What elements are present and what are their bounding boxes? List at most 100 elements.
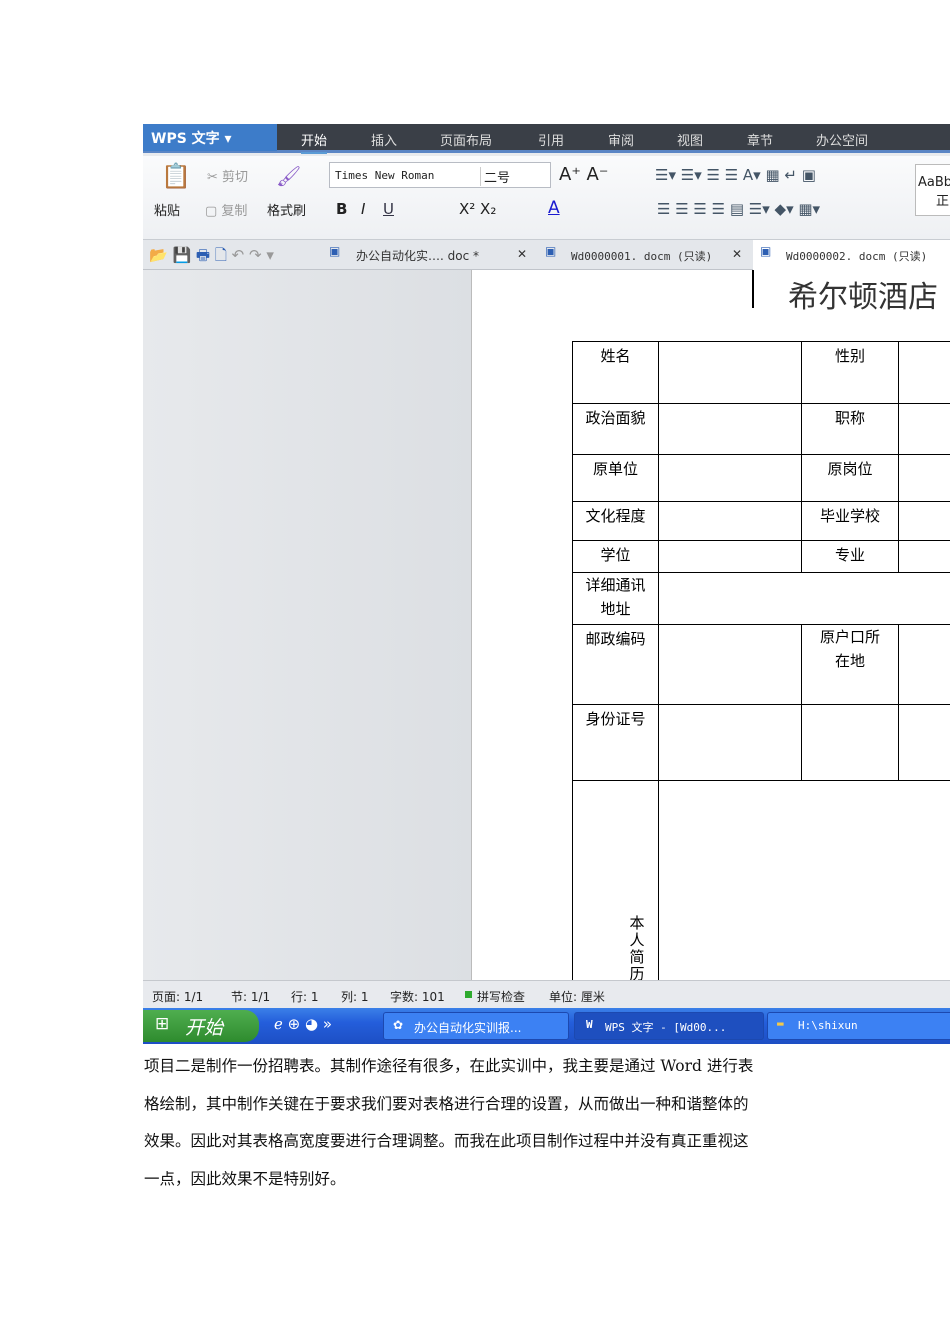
resume-label: 本人简历 [629, 914, 645, 983]
doc-icon: ▣ [760, 244, 772, 258]
doc-tab-2[interactable]: Wd0000001. docm (只读) [571, 248, 712, 264]
format-painter-icon[interactable]: 🖌 [276, 164, 301, 188]
cell-label: 姓名 [572, 341, 659, 404]
copy-label: 复制 [221, 204, 248, 219]
tab-layout[interactable]: 页面布局 [440, 130, 492, 149]
folder-icon: ▬ [777, 1017, 784, 1030]
cell-label: 原单位 [572, 454, 659, 502]
cell-label: 原岗位 [801, 454, 899, 502]
style-name: 正 [936, 194, 950, 209]
align-icons[interactable]: ☰ ☰ ☰ ☰ ▤ ☰▾ ◆▾ ▦▾ [657, 200, 820, 218]
cell-label: 毕业学校 [801, 501, 899, 541]
status-line: 行: 1 [291, 990, 319, 1004]
doc-tab-1[interactable]: 办公自动化实…. doc * [356, 247, 479, 264]
wps-screenshot: WPS 文字 ▾ 开始 插入 页面布局 引用 审阅 视图 章节 办公空间 📋 粘… [143, 124, 950, 1044]
start-button[interactable]: ⊞ 开始 [143, 1010, 259, 1042]
style-preview[interactable]: AaBb 正 [915, 164, 950, 216]
close-icon[interactable]: ✕ [732, 247, 742, 261]
font-color-icon[interactable]: A [548, 198, 560, 218]
cell-label: 本人简历 [572, 780, 659, 990]
title-bar: WPS 文字 ▾ 开始 插入 页面布局 引用 审阅 视图 章节 办公空间 [143, 124, 950, 154]
task-label: H:\shixun [798, 1019, 858, 1032]
paste-button[interactable]: 粘贴 [154, 200, 180, 219]
paragraph-line: 一点，因此效果不是特别好。 [144, 1169, 346, 1188]
cell-label: 专业 [801, 540, 899, 573]
close-icon[interactable]: ✕ [517, 247, 527, 261]
font-size[interactable]: 二号 [480, 167, 510, 186]
tab-office-space[interactable]: 办公空间 [816, 130, 868, 149]
app-logo: WPS 文字 [151, 131, 220, 147]
spell-check-button[interactable]: 拼写检查 [477, 988, 525, 1005]
cell-label: 身份证号 [572, 704, 659, 781]
document-tabs: 📂 💾 🖶 🗋 ↶ ↷ ▾ ▣ 办公自动化实…. doc * ✕ ▣ Wd000… [143, 240, 950, 270]
status-unit[interactable]: 单位: 厘米 [549, 988, 605, 1005]
cell-input[interactable] [658, 341, 802, 404]
cell-input[interactable] [658, 501, 802, 541]
cell-input[interactable] [658, 454, 802, 502]
tab-view[interactable]: 视图 [677, 130, 703, 149]
cell-input[interactable] [898, 704, 950, 781]
wps-menu-button[interactable]: WPS 文字 ▾ [143, 124, 277, 151]
tab-insert[interactable]: 插入 [371, 130, 397, 149]
paragraph-line: 格绘制，其中制作关键在于要求我们要对表格进行合理的设置，从而做出一种和谐整体的 [144, 1094, 749, 1113]
cell-label: 邮政编码 [572, 624, 659, 705]
document-title: 希尔顿酒店 [788, 280, 938, 315]
cell-input[interactable] [898, 540, 950, 573]
cell-input[interactable] [658, 403, 802, 455]
cell-label: 原户口所在地 [801, 624, 899, 705]
bullet-list-icon[interactable]: ☰▾ ☰▾ ☰ ☰ A▾ ▦ ↵ ▣ [655, 166, 816, 184]
cell-input[interactable] [898, 341, 950, 404]
cell-input[interactable] [658, 624, 802, 705]
superscript-icon[interactable]: X² X₂ [459, 200, 496, 218]
body-paragraph: 项目二是制作一份招聘表。其制作途径有很多，在此实训中，我主要是通过 Word 进… [144, 1048, 809, 1198]
ribbon: 📋 粘贴 ✂ 剪切 ▢ 复制 🖌 格式刷 Times New Roman 二号 A… [143, 156, 950, 240]
bold-button[interactable]: B [336, 200, 347, 218]
style-preview-text: AaBb [918, 175, 950, 190]
cell-input[interactable] [898, 403, 950, 455]
doc-icon: ▣ [329, 244, 341, 258]
cell-input[interactable] [898, 454, 950, 502]
cell-input[interactable] [898, 501, 950, 541]
cell-input[interactable] [658, 780, 950, 990]
cell-label: 详细通讯地址 [572, 572, 659, 625]
grow-font-icon[interactable]: A⁺ A⁻ [559, 164, 608, 185]
taskbar-item-3[interactable]: ▬ H:\shixun [767, 1012, 950, 1040]
tab-references[interactable]: 引用 [538, 130, 564, 149]
app-icon: ✿ [393, 1018, 404, 1032]
quick-access-icons[interactable]: 📂 💾 🖶 🗋 ↶ ↷ ▾ [149, 245, 274, 270]
doc-icon: ▣ [545, 244, 557, 258]
quick-launch-icons[interactable]: ℯ ⊕ ◕ » [274, 1015, 332, 1033]
spell-indicator-icon [465, 991, 472, 998]
cut-button[interactable]: ✂ 剪切 [207, 166, 248, 185]
status-section: 节: 1/1 [231, 990, 271, 1004]
status-page: 页面: 1/1 [152, 990, 204, 1004]
windows-logo-icon: ⊞ [155, 1014, 170, 1034]
status-col: 列: 1 [341, 990, 369, 1004]
left-pane [143, 270, 471, 980]
status-bar: 页面: 1/1 节: 1/1 行: 1 列: 1 字数: 101 拼写检查 单位… [143, 980, 950, 1008]
start-label: 开始 [185, 1017, 224, 1039]
cell-input[interactable] [658, 704, 802, 781]
font-selector[interactable]: Times New Roman 二号 [329, 162, 551, 188]
cell-label: 职称 [801, 403, 899, 455]
cell-input[interactable] [658, 540, 802, 573]
tab-chapter[interactable]: 章节 [747, 130, 773, 149]
format-painter-button[interactable]: 格式刷 [267, 200, 306, 219]
doc-tab-3[interactable]: Wd0000002. docm (只读) [786, 248, 927, 264]
cell-input[interactable] [898, 624, 950, 705]
wps-icon: W [586, 1018, 593, 1031]
cell-input[interactable] [658, 572, 950, 625]
paste-icon[interactable]: 📋 [161, 162, 191, 190]
paragraph-line: 效果。因此对其表格高宽度要进行合理调整。而我在此项目制作过程中并没有真正重视这 [144, 1132, 749, 1150]
tab-review[interactable]: 审阅 [608, 130, 634, 149]
tab-home[interactable]: 开始 [301, 130, 328, 154]
italic-button[interactable]: I [361, 200, 365, 218]
taskbar-item-2[interactable]: W WPS 文字 - [Wd00... [574, 1012, 764, 1040]
underline-button[interactable]: U [383, 200, 394, 218]
copy-button[interactable]: ▢ 复制 [205, 200, 247, 219]
status-words: 字数: 101 [390, 990, 445, 1004]
task-label: 办公自动化实训报... [414, 1021, 522, 1035]
taskbar-item-1[interactable]: ✿ 办公自动化实训报... [383, 1012, 569, 1040]
cell-input[interactable] [801, 704, 899, 781]
taskbar: ⊞ 开始 ℯ ⊕ ◕ » ✿ 办公自动化实训报... W WPS 文字 - [Wd00… [143, 1008, 950, 1044]
